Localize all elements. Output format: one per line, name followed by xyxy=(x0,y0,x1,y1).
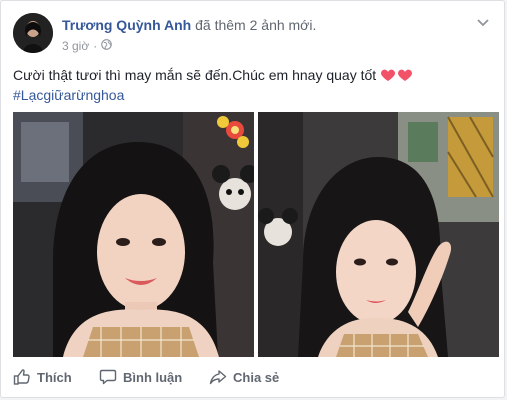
thumbs-up-icon xyxy=(13,369,30,385)
heart-icon xyxy=(381,69,396,81)
feed-post: Trương Quỳnh Anh đã thêm 2 ảnh mới. 3 gi… xyxy=(0,0,505,398)
comment-label: Bình luận xyxy=(123,369,183,385)
author-line: Trương Quỳnh Anh đã thêm 2 ảnh mới. xyxy=(62,17,316,33)
author-name[interactable]: Trương Quỳnh Anh xyxy=(62,17,191,33)
post-timestamp[interactable]: 3 giờ xyxy=(62,39,89,53)
photo-grid xyxy=(13,112,499,357)
heart-icon xyxy=(398,69,413,81)
post-action-text: đã thêm 2 ảnh mới. xyxy=(195,17,317,33)
share-label: Chia sẻ xyxy=(233,369,280,385)
comment-icon xyxy=(99,369,117,385)
heart-emojis xyxy=(380,68,413,82)
globe-icon[interactable] xyxy=(101,39,113,53)
share-button[interactable]: Chia sẻ xyxy=(209,365,279,389)
post-action-bar: Thích Bình luận Chia sẻ xyxy=(1,363,506,393)
post-meta: 3 giờ · xyxy=(62,39,113,53)
share-arrow-icon xyxy=(209,370,227,385)
comment-button[interactable]: Bình luận xyxy=(99,365,182,389)
like-button[interactable]: Thích xyxy=(13,365,72,389)
post-options-chevron-icon[interactable] xyxy=(473,15,493,31)
post-photo-2[interactable] xyxy=(258,112,499,357)
author-avatar[interactable] xyxy=(13,13,53,53)
post-header: Trương Quỳnh Anh đã thêm 2 ảnh mới. 3 gi… xyxy=(13,13,493,57)
like-label: Thích xyxy=(37,369,72,385)
hashtag-link[interactable]: #Lạcgiữarừnghoa xyxy=(13,85,413,105)
post-photo-1[interactable] xyxy=(13,112,254,357)
post-message: Cười thật tươi thì may mắn sẽ đến.Chúc e… xyxy=(13,67,377,83)
meta-separator: · xyxy=(93,39,98,53)
post-body: Cười thật tươi thì may mắn sẽ đến.Chúc e… xyxy=(13,65,413,105)
